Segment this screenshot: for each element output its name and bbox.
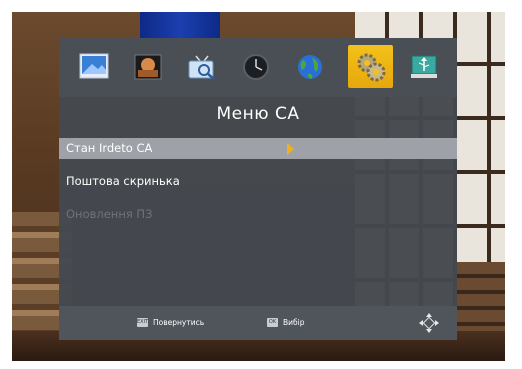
tab-photo[interactable] <box>125 45 170 88</box>
tv-search-icon <box>188 55 215 80</box>
ca-menu-list: Стан Irdeto CA Поштова скринька Оновленн… <box>59 138 457 237</box>
tab-tv-search[interactable] <box>179 45 224 88</box>
clock-icon <box>242 53 269 80</box>
ca-menu-panel: Меню CA Стан Irdeto CA Поштова скринька … <box>59 38 457 340</box>
menu-tab-bar <box>59 38 457 97</box>
hint-back-label: Повернутись <box>153 318 205 327</box>
ok-key-icon: OK <box>267 318 278 327</box>
globe-icon <box>297 54 322 79</box>
tab-clock[interactable] <box>233 45 278 88</box>
photo-icon <box>134 54 161 79</box>
menu-item-irdeto-status[interactable]: Стан Irdeto CA <box>59 138 457 159</box>
menu-item-label: Оновлення ПЗ <box>66 207 153 221</box>
tab-picture[interactable] <box>71 45 116 88</box>
menu-item-mailbox[interactable]: Поштова скринька <box>59 171 457 192</box>
hint-back[interactable]: EXIT Повернутись <box>137 318 204 327</box>
help-bar: EXIT Повернутись OK Вибір <box>59 306 457 340</box>
hint-select[interactable]: OK Вибір <box>267 318 305 327</box>
hint-select-label: Вибір <box>283 318 305 327</box>
tab-system-settings[interactable] <box>348 45 393 88</box>
menu-item-software-update: Оновлення ПЗ <box>59 204 457 225</box>
menu-item-label: Поштова скринька <box>66 174 180 188</box>
menu-item-label: Стан Irdeto CA <box>66 141 153 155</box>
chevron-right-icon <box>287 143 294 155</box>
usb-icon <box>410 55 437 78</box>
tab-globe[interactable] <box>287 45 332 88</box>
picture-icon <box>79 53 108 78</box>
gear-icon <box>357 53 385 81</box>
exit-key-icon: EXIT <box>137 318 149 327</box>
menu-title: Меню CA <box>216 104 300 124</box>
background-bookshelf-right <box>455 262 505 342</box>
navigation-arrows-icon <box>419 313 439 333</box>
tab-usb[interactable] <box>401 45 446 88</box>
